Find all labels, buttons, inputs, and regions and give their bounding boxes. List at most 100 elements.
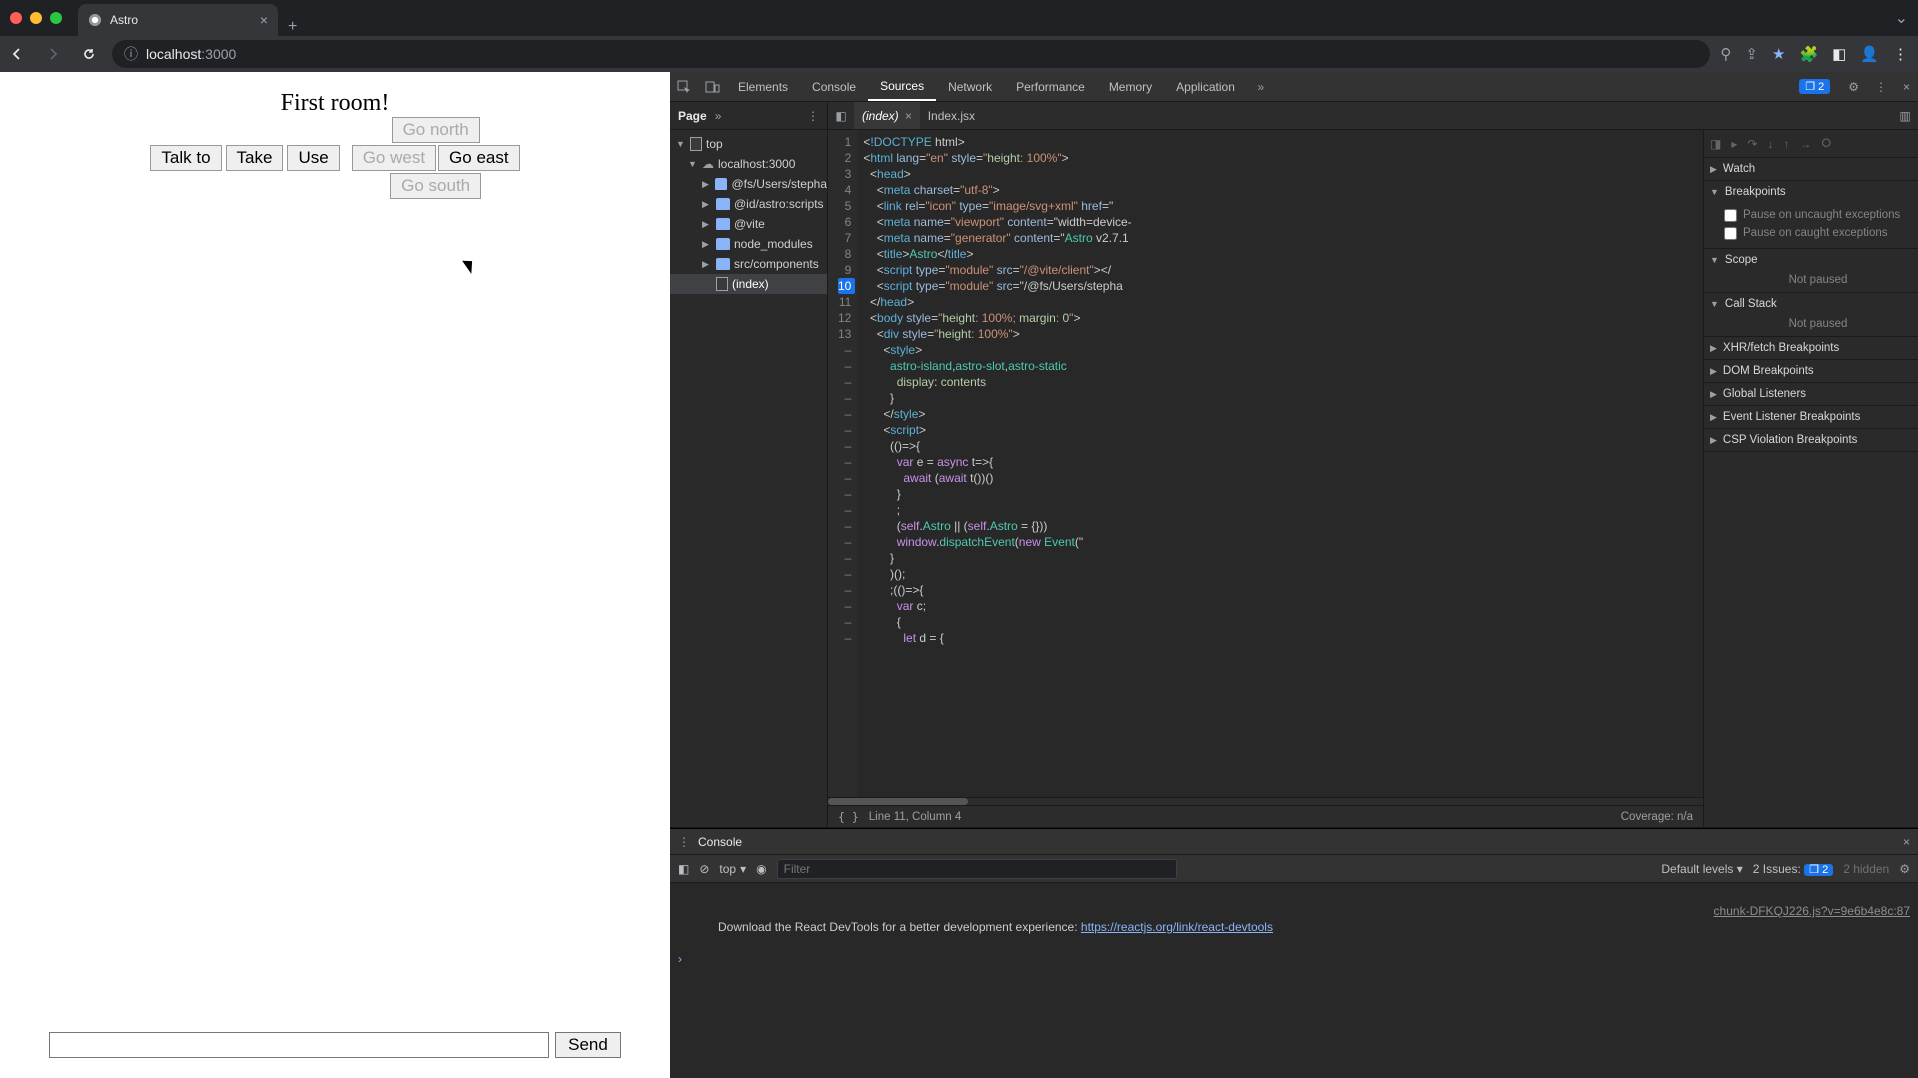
window-close-light[interactable] (10, 12, 22, 24)
tab-performance[interactable]: Performance (1004, 72, 1097, 101)
browser-tab[interactable]: Astro × (78, 4, 278, 36)
use-button[interactable]: Use (287, 145, 339, 171)
tab-sources[interactable]: Sources (868, 72, 936, 101)
section-call-stack[interactable]: ▼Call Stack (1704, 293, 1918, 315)
folder-icon (716, 258, 730, 270)
overflow-menu-icon[interactable]: ⋮ (1875, 80, 1887, 94)
toggle-navigator-icon[interactable]: ◧ (828, 109, 854, 123)
astro-favicon (88, 13, 102, 27)
console-log-line: chunk-DFKQJ226.js?v=9e6b4e8c:87 Download… (678, 887, 1910, 951)
section-global[interactable]: ▶Global Listeners (1704, 383, 1918, 405)
chevron-down-icon[interactable]: ⌄ (1895, 8, 1908, 28)
console-drawer-title: Console (698, 835, 742, 849)
tab-application[interactable]: Application (1164, 72, 1247, 101)
close-icon[interactable]: × (905, 109, 912, 123)
console-prompt-icon[interactable]: › (678, 952, 682, 966)
section-breakpoints[interactable]: ▼Breakpoints (1704, 181, 1918, 203)
tree-folder-fs[interactable]: ▶@fs/Users/stepha (670, 174, 827, 194)
go-south-button: Go south (390, 173, 481, 199)
context-selector[interactable]: top▾ (719, 862, 746, 876)
tab-title: Astro (110, 13, 138, 27)
console-sidebar-icon[interactable]: ◧ (678, 862, 689, 876)
tree-file-index[interactable]: (index) (670, 274, 827, 294)
device-toolbar-icon[interactable] (698, 79, 726, 95)
url-host: localhost (146, 46, 201, 62)
tree-folder-src-components[interactable]: ▶src/components (670, 254, 827, 274)
resume-icon[interactable]: ▸ (1731, 137, 1737, 151)
tab-console[interactable]: Console (800, 72, 868, 101)
window-minimize-light[interactable] (30, 12, 42, 24)
editor-tab-index[interactable]: (index)× (854, 102, 920, 129)
close-console-icon[interactable]: × (1903, 835, 1910, 849)
go-west-button: Go west (352, 145, 436, 171)
settings-gear-icon[interactable]: ⚙ (1848, 80, 1859, 94)
tree-folder-vite[interactable]: ▶@vite (670, 214, 827, 234)
tree-folder-node-modules[interactable]: ▶node_modules (670, 234, 827, 254)
window-zoom-light[interactable] (50, 12, 62, 24)
send-button[interactable]: Send (555, 1032, 621, 1058)
console-filter-input[interactable] (777, 859, 1177, 879)
section-xhr[interactable]: ▶XHR/fetch Breakpoints (1704, 337, 1918, 359)
react-devtools-link[interactable]: https://reactjs.org/link/react-devtools (1081, 920, 1273, 934)
issues-summary[interactable]: 2 Issues: ❐ 2 (1753, 862, 1833, 876)
take-button[interactable]: Take (226, 145, 284, 171)
tab-network[interactable]: Network (936, 72, 1004, 101)
navigator-menu-icon[interactable]: ⋮ (807, 109, 819, 123)
new-tab-button[interactable]: + (288, 18, 297, 36)
go-east-button[interactable]: Go east (438, 145, 520, 171)
tree-host[interactable]: ▼☁localhost:3000 (670, 154, 827, 174)
inspect-element-icon[interactable] (670, 79, 698, 95)
navigator-page-tab[interactable]: Page (678, 109, 707, 123)
bookmark-star-icon[interactable]: ★ (1772, 45, 1785, 63)
deactivate-breakpoints-icon[interactable]: ⭘ (1821, 136, 1831, 151)
address-bar[interactable]: ⓘ localhost:3000 (112, 40, 1710, 68)
share-icon[interactable]: ⇪ (1745, 45, 1758, 63)
section-csp[interactable]: ▶CSP Violation Breakpoints (1704, 429, 1918, 451)
log-levels-selector[interactable]: Default levels ▾ (1661, 862, 1742, 876)
overflow-menu-icon[interactable]: ⋮ (1893, 45, 1908, 63)
folder-icon (716, 238, 730, 250)
devtools-panel: Elements Console Sources Network Perform… (670, 72, 1918, 1078)
cloud-icon: ☁ (702, 157, 714, 171)
talk-to-button[interactable]: Talk to (150, 145, 221, 171)
tree-top[interactable]: ▼top (670, 134, 827, 154)
console-drawer-menu-icon[interactable]: ⋮ (678, 835, 690, 849)
sidepanel-icon[interactable]: ◧ (1832, 45, 1846, 63)
console-settings-icon[interactable]: ⚙ (1899, 862, 1910, 876)
toggle-pane-icon[interactable]: ◨ (1710, 137, 1721, 151)
close-icon[interactable]: × (260, 12, 268, 28)
reload-button[interactable] (76, 41, 102, 67)
step-out-icon[interactable]: ↑ (1783, 137, 1789, 151)
section-scope[interactable]: ▼Scope (1704, 249, 1918, 271)
checkbox-caught-exceptions[interactable]: Pause on caught exceptions (1724, 224, 1912, 242)
step-icon[interactable]: → (1799, 137, 1811, 151)
more-tabs-icon[interactable]: » (1247, 80, 1275, 94)
issues-indicator[interactable]: ❐2 (1799, 79, 1830, 94)
more-icon[interactable]: » (715, 109, 722, 123)
section-watch[interactable]: ▶Watch (1704, 158, 1918, 180)
step-over-icon[interactable]: ↷ (1747, 137, 1757, 151)
editor-tab-indexjsx[interactable]: Index.jsx (920, 102, 983, 129)
close-devtools-icon[interactable]: × (1903, 80, 1910, 94)
section-event[interactable]: ▶Event Listener Breakpoints (1704, 406, 1918, 428)
pretty-print-button[interactable]: { } (838, 810, 859, 824)
profile-icon[interactable]: 👤 (1860, 45, 1879, 63)
zoom-icon[interactable]: ⚲ (1720, 45, 1731, 63)
message-input[interactable] (49, 1032, 549, 1058)
step-into-icon[interactable]: ↓ (1767, 137, 1773, 151)
go-north-button: Go north (392, 117, 480, 143)
tab-memory[interactable]: Memory (1097, 72, 1164, 101)
live-expression-icon[interactable]: ◉ (756, 862, 766, 876)
clear-console-icon[interactable]: ⊘ (699, 862, 709, 876)
tab-elements[interactable]: Elements (726, 72, 800, 101)
checkbox-uncaught-exceptions[interactable]: Pause on uncaught exceptions (1724, 206, 1912, 224)
tree-folder-astro-scripts[interactable]: ▶@id/astro:scripts (670, 194, 827, 214)
open-file-icon[interactable]: ▥ (1892, 109, 1918, 123)
horizontal-scrollbar[interactable] (828, 797, 1703, 805)
extensions-icon[interactable]: 🧩 (1799, 45, 1818, 63)
console-source-link[interactable]: chunk-DFKQJ226.js?v=9e6b4e8c:87 (1714, 903, 1910, 919)
folder-icon (715, 178, 728, 190)
site-info-icon[interactable]: ⓘ (124, 44, 138, 64)
section-dom[interactable]: ▶DOM Breakpoints (1704, 360, 1918, 382)
back-button[interactable] (4, 41, 30, 67)
